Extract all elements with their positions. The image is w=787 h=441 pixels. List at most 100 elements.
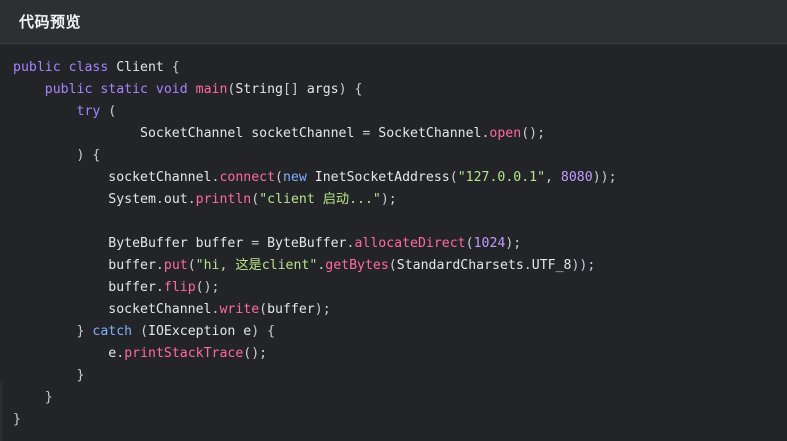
code-token: ( [187,258,196,273]
code-token: main [195,82,228,97]
code-line: public static void main(String[] args) { [13,79,787,101]
code-token: ( [259,302,268,317]
code-block[interactable]: public class Client { public static void… [13,57,787,431]
code-line: e.printStackTrace(); [13,343,787,365]
code-token: open [489,126,522,141]
code-token: ( [388,258,397,273]
code-token: StandardCharsets [396,258,524,273]
code-token: public [44,82,101,97]
code-token: getBytes [325,258,389,273]
code-token: )); [571,258,596,273]
code-token: new [282,170,315,185]
code-token: out [163,192,188,207]
code-token: buffer [108,258,156,273]
code-token: IOException [148,324,244,339]
code-token: ( [251,192,260,207]
code-token: } [13,412,21,427]
code-token: socketChannel [108,170,212,185]
code-token: )); [592,170,617,185]
code-line: System.out.println("client 启动..."); [13,189,787,211]
code-token: ); [505,236,522,251]
code-token: ByteBuffer [108,236,196,251]
code-token: (); [195,280,220,295]
code-token: socketChannel [251,126,363,141]
code-token: buffer [108,280,156,295]
code-token: . [155,192,164,207]
code-token: println [195,192,252,207]
code-token: SocketChannel [140,126,252,141]
code-token: 8080 [560,170,593,185]
code-token: } [76,324,93,339]
code-token: catch [92,324,141,339]
code-token: try [76,104,109,119]
code-token: public [13,60,69,75]
code-token: write [219,302,260,317]
code-line: } [13,409,787,431]
code-token: Client [116,60,172,75]
code-line: buffer.put("hi, 这是client".getBytes(Stand… [13,255,787,277]
code-token: ( [275,170,283,185]
code-line: socketChannel.write(buffer); [13,299,787,321]
code-token: buffer [195,236,252,251]
code-token: ( [140,324,149,339]
code-token: ); [314,302,331,317]
code-token: [] [282,82,307,97]
scrollbar-edge[interactable] [0,381,3,441]
code-token: } [76,368,85,383]
code-token: socketChannel [108,302,212,317]
code-line: try ( [13,101,787,123]
code-line: ByteBuffer buffer = ByteBuffer.allocateD… [13,233,787,255]
code-token: = [251,236,268,251]
code-token: System [108,192,156,207]
code-token: ) { [251,324,276,339]
code-token: . [155,258,164,273]
code-token: String [235,82,283,97]
code-token: ) { [338,82,363,97]
code-token: flip [163,280,196,295]
code-token: args [306,82,339,97]
code-line: buffer.flip(); [13,277,787,299]
code-line: public class Client { [13,57,787,79]
code-line: SocketChannel socketChannel = SocketChan… [13,123,787,145]
code-line: } catch (IOException e) { [13,321,787,343]
code-token: "hi, 这是client" [195,258,318,273]
code-line: ) { [13,145,787,167]
code-token: (); [243,346,268,361]
code-token: UTF_8 [531,258,572,273]
code-token: "127.0.0.1" [457,170,546,185]
code-token: static [100,82,156,97]
code-line: } [13,387,787,409]
code-token: connect [219,170,276,185]
code-token: ) { [76,148,101,163]
code-token: = [362,126,379,141]
code-token: { [171,60,180,75]
code-preview-panel: 代码预览 public class Client { public static… [0,0,787,441]
code-token: , [545,170,561,185]
code-token: . [523,258,532,273]
code-token: void [155,82,196,97]
code-line: socketChannel.connect(new InetSocketAddr… [13,167,787,189]
code-token: buffer [267,302,315,317]
code-token: } [44,390,53,405]
code-token: ( [108,104,117,119]
code-token: . [187,192,196,207]
code-token: ); [380,192,397,207]
code-token: 1024 [473,236,506,251]
code-token: ( [449,170,458,185]
code-token: InetSocketAddress [314,170,450,185]
code-token: "client 启动..." [259,192,381,207]
